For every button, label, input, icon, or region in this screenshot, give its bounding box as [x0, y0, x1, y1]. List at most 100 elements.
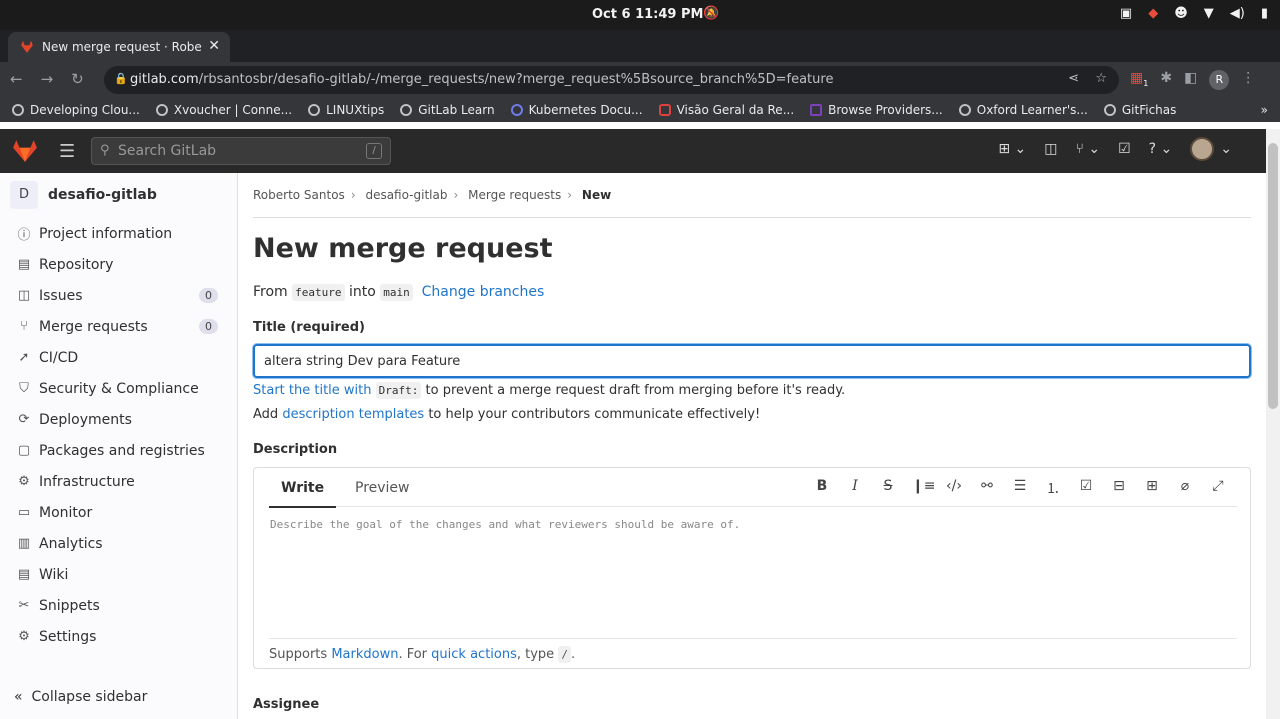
user-menu[interactable]: ⌄ — [1190, 137, 1232, 161]
menu-hamburger-icon[interactable]: ☰ — [59, 141, 75, 162]
help-icon[interactable]: ? ⌄ — [1149, 141, 1173, 161]
user-avatar — [1190, 137, 1215, 161]
cloud-gear-icon: ⚙ — [18, 474, 30, 489]
bookmark-item[interactable]: Kubernetes Docu... — [510, 103, 643, 117]
sidebar-item-security-compliance[interactable]: ⛉ Security & Compliance — [0, 373, 238, 404]
bookmark-item[interactable]: Developing Clou... — [12, 103, 140, 117]
page-scrollbar[interactable] — [1266, 129, 1280, 719]
description-label: Description — [253, 442, 338, 457]
quick-actions-link[interactable]: quick actions — [431, 647, 517, 662]
sidebar-item-monitor[interactable]: ▭ Monitor — [0, 497, 238, 528]
browser-menu-icon[interactable]: ⋮ — [1241, 70, 1255, 90]
link-icon[interactable]: ⚯ — [978, 478, 996, 498]
project-name: desafio-gitlab — [48, 187, 157, 203]
todos-icon[interactable]: ☑ — [1118, 141, 1131, 161]
project-header[interactable]: D desafio-gitlab — [10, 181, 157, 209]
volume-icon[interactable]: ◀) — [1230, 6, 1245, 21]
address-bar[interactable]: 🔒 gitlab.com/rbsantosbr/desafio-gitlab/-… — [104, 66, 1119, 94]
attach-file-icon[interactable]: ⌀ — [1176, 478, 1194, 498]
sidebar-item-settings[interactable]: ⚙ Settings — [0, 621, 238, 652]
sidebar-item-repository[interactable]: ▤ Repository — [0, 249, 238, 280]
tab-write[interactable]: Write — [269, 480, 337, 508]
sidebar-item-deployments[interactable]: ⟳ Deployments — [0, 404, 238, 435]
system-clock[interactable]: Oct 6 11:49 PM — [592, 7, 703, 22]
sidebar-item-ci-cd[interactable]: ➚ CI/CD — [0, 342, 238, 373]
bookmark-item[interactable]: Xvoucher | Conne... — [155, 103, 292, 117]
notifications-muted-icon[interactable]: 🔕 — [703, 6, 719, 21]
sidebar-item-analytics[interactable]: ▥ Analytics — [0, 528, 238, 559]
extension-icon[interactable]: ▦1 — [1130, 70, 1148, 90]
bookmark-star-icon[interactable]: ☆ — [1095, 71, 1107, 86]
system-top-bar: Oct 6 11:49 PM 🔕 ▣ ◆ ☻ ▼ ◀) ▮ — [0, 0, 1280, 30]
bold-icon[interactable]: B — [813, 478, 831, 498]
description-templates-link[interactable]: description templates — [282, 407, 424, 422]
bullet-list-icon[interactable]: ☰ — [1011, 478, 1029, 498]
breadcrumb: Roberto Santos › desafio-gitlab › Merge re… — [253, 188, 612, 202]
code-icon[interactable]: ‹/› — [945, 478, 963, 498]
bookmark-item[interactable]: Browse Providers... — [810, 103, 943, 117]
reload-icon[interactable]: ↻ — [71, 70, 84, 88]
lock-icon[interactable]: 🔒 — [114, 72, 128, 85]
back-icon[interactable]: ← — [10, 70, 23, 88]
search-placeholder: Search GitLab — [118, 143, 217, 159]
forward-icon[interactable]: → — [41, 70, 54, 88]
draft-hint-link[interactable]: Start the title with — [253, 383, 372, 398]
sidebar-item-packages-and-registries[interactable]: ▢ Packages and registries — [0, 435, 238, 466]
battery-icon[interactable]: ▮ — [1261, 6, 1268, 21]
sidebar-item-project-information[interactable]: ⓘ Project information — [0, 218, 238, 249]
breadcrumb-item[interactable]: desafio-gitlab — [365, 188, 447, 202]
sidebar-item-wiki[interactable]: ▤ Wiki — [0, 559, 238, 590]
scrollbar-thumb[interactable] — [1268, 143, 1278, 409]
count-badge: 0 — [199, 319, 218, 334]
table-icon[interactable]: ⊞ — [1143, 478, 1161, 498]
strikethrough-icon[interactable]: S — [879, 478, 897, 498]
merge-request-icon: ⑂ — [20, 319, 28, 334]
side-panel-icon[interactable]: ◧ — [1184, 70, 1197, 90]
info-icon: ⓘ — [17, 228, 31, 243]
share-icon[interactable]: ⋖ — [1068, 71, 1079, 86]
title-input[interactable]: altera string Dev para Feature — [253, 344, 1251, 378]
breadcrumb-item[interactable]: Merge requests — [468, 188, 561, 202]
breadcrumb-item[interactable]: Roberto Santos — [253, 188, 345, 202]
sidebar-item-label: Repository — [39, 256, 114, 273]
sidebar-item-infrastructure[interactable]: ⚙ Infrastructure — [0, 466, 238, 497]
gitlab-logo-icon[interactable] — [12, 139, 38, 163]
bookmark-item[interactable]: LINUXtips — [308, 103, 384, 117]
more-bookmarks-icon[interactable]: » — [1261, 103, 1268, 117]
bookmark-item[interactable]: GitLab Learn — [400, 103, 495, 117]
issues-nav-icon[interactable]: ◫ — [1044, 141, 1057, 161]
extensions-puzzle-icon[interactable]: ✱ — [1160, 70, 1172, 90]
sidebar-item-merge-requests[interactable]: ⑂ Merge requests 0 — [0, 311, 238, 342]
wifi-icon[interactable]: ▼ — [1204, 6, 1214, 21]
markdown-link[interactable]: Markdown — [331, 647, 398, 662]
bookmark-item[interactable]: Visão Geral da Re... — [658, 103, 794, 117]
sidebar-item-snippets[interactable]: ✂ Snippets — [0, 590, 238, 621]
collapsible-section-icon[interactable]: ⊟ — [1110, 478, 1128, 498]
gear-icon: ⚙ — [18, 629, 30, 644]
chart-icon: ▥ — [17, 536, 31, 551]
create-new-icon[interactable]: ⊞ ⌄ — [998, 141, 1026, 161]
slash-code: / — [558, 646, 571, 663]
description-editor: Write Preview B I S ❙≡ ‹/› ⚯ ☰ ⒈ ☑ ⊟ ⊞ ⌀… — [253, 467, 1251, 669]
italic-icon[interactable]: I — [846, 478, 864, 498]
description-textarea[interactable]: Describe the goal of the changes and wha… — [270, 518, 740, 531]
change-branches-link[interactable]: Change branches — [422, 284, 545, 300]
close-tab-icon[interactable]: ✕ — [208, 38, 220, 54]
bookmark-item[interactable]: GitFichas — [1103, 103, 1176, 117]
task-list-icon[interactable]: ☑ — [1077, 478, 1095, 498]
numbered-list-icon[interactable]: ⒈ — [1044, 478, 1062, 498]
tab-preview[interactable]: Preview — [355, 480, 410, 496]
deployments-icon: ⟳ — [18, 412, 30, 427]
anydesk-icon[interactable]: ◆ — [1148, 6, 1158, 21]
browser-tab-active[interactable]: New merge request · Roberto ✕ — [8, 32, 230, 62]
discord-icon[interactable]: ☻ — [1174, 6, 1188, 21]
collapse-sidebar-button[interactable]: « Collapse sidebar — [14, 689, 147, 705]
search-input[interactable]: ⚲ Search GitLab / — [91, 137, 391, 165]
app-indicator-icon[interactable]: ▣ — [1120, 6, 1132, 21]
quote-icon[interactable]: ❙≡ — [912, 478, 935, 498]
bookmark-item[interactable]: Oxford Learner's... — [958, 103, 1088, 117]
fullscreen-icon[interactable]: ⤢ — [1209, 478, 1227, 498]
sidebar-item-issues[interactable]: ◫ Issues 0 — [0, 280, 238, 311]
merge-requests-nav-icon[interactable]: ⑂ ⌄ — [1075, 141, 1100, 161]
profile-avatar[interactable]: R — [1209, 70, 1230, 90]
